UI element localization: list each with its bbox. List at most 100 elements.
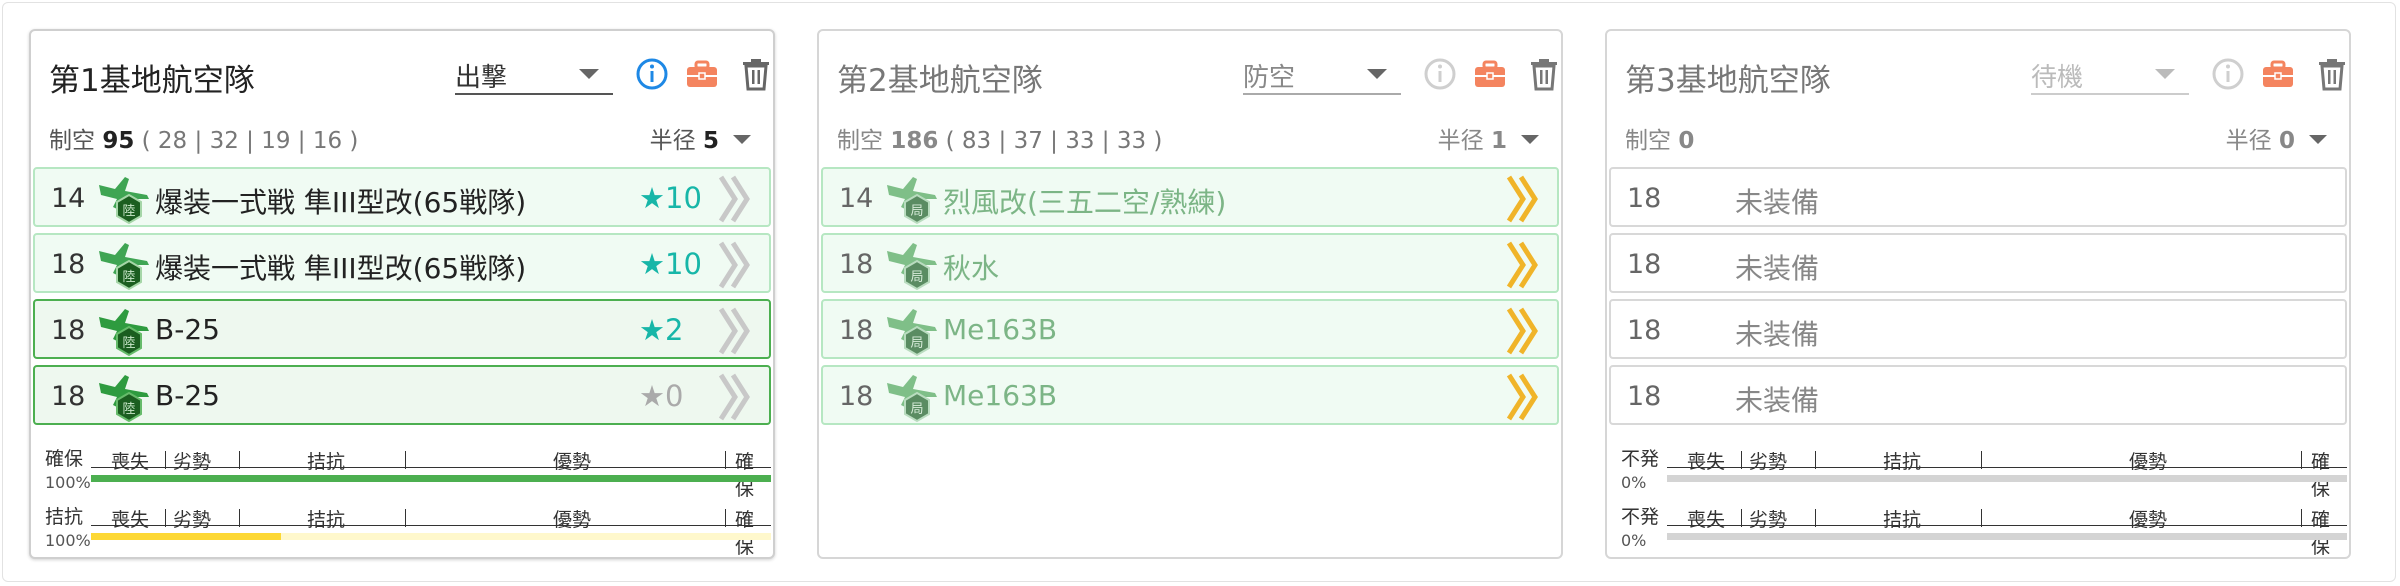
radius-label: 半径 [1437,128,1484,154]
gauge-fill [91,475,771,482]
equipment-slot[interactable]: 18 未装備 [1609,299,2347,359]
mode-select[interactable]: 待機 [2031,51,2189,95]
slot-count: 18 [839,249,874,280]
air-power-detail: ( 28 | 32 | 19 | 16 ) [141,128,359,154]
gauge-segment-label: 確保 [735,509,755,558]
improvement-level: ★10 [639,247,702,281]
air-power-value: 186 [890,128,939,154]
proficiency-chevron-icon [1506,307,1538,355]
gauge-percent: 100% [45,531,91,550]
equipment-slot[interactable]: 18 陸 爆装一式戦 隼III型改(65戦隊) ★10 [33,233,771,293]
slot-name: 烈風改(三五二空/熟練) [943,186,1227,219]
equipment-slot[interactable]: 18 局 Me163B [821,365,1559,425]
info-icon[interactable] [2211,57,2245,91]
slot-name: 未装備 [1735,384,1820,417]
proficiency-chevron-icon [718,175,750,223]
air-power: 制空 186 ( 83 | 37 | 33 | 33 ) [837,121,1162,155]
gauge-segment-label: 拮抗 [1883,451,1922,473]
trash-icon[interactable] [1527,57,1561,91]
radius-value: 5 [702,128,719,154]
radius-value: 0 [2278,128,2295,154]
air-base-card-1: 第1基地航空隊 出撃 制空 95 ( 28 | 32 | 19 | 16 ) 半… [29,29,775,559]
info-icon[interactable] [635,57,669,91]
slot-count: 18 [51,381,86,412]
equipment-slot[interactable]: 14 陸 爆装一式戦 隼III型改(65戦隊) ★10 [33,167,771,227]
card-title: 第3基地航空隊 [1625,63,1831,99]
equipment-slot[interactable]: 18 陸 B-25 ★0 [33,365,771,425]
equipment-slot[interactable]: 18 未装備 [1609,233,2347,293]
gauge-segment-label: 喪失 [1687,509,1726,531]
equipment-slot[interactable]: 18 局 Me163B [821,299,1559,359]
info-icon[interactable] [1423,57,1457,91]
air-power-label: 制空 [1625,128,1671,154]
gauge-baseline [1667,467,2347,468]
improvement-level: ★0 [639,379,684,413]
toolbox-icon[interactable] [1473,57,1507,91]
land-based-plane-icon: 陸 [99,243,149,291]
gauge-segment-label: 喪失 [111,509,150,531]
air-power-value: 95 [102,128,135,154]
gauge-baseline [91,467,771,468]
gauge-label: 拮抗 [45,506,84,528]
radius[interactable]: 半径 1 [1438,121,1507,155]
gauge-segment-label: 劣勢 [1749,451,1788,473]
air-state-gauge: 不発 0% 喪失 劣勢 拮抗 優勢 確保 [1621,447,2347,500]
chevron-down-icon[interactable] [733,135,751,144]
slot-count: 18 [51,315,86,346]
slot-name: B-25 [155,379,220,412]
proficiency-chevron-icon [1506,373,1538,421]
card-title: 第1基地航空隊 [49,63,255,99]
slot-count: 18 [839,315,874,346]
proficiency-chevron-icon [718,307,750,355]
mode-select[interactable]: 防空 [1243,51,1401,95]
trash-icon[interactable] [2315,57,2349,91]
radius[interactable]: 半径 5 [650,121,719,155]
toolbox-icon[interactable] [685,57,719,91]
gauge-percent: 0% [1621,531,1647,550]
gauge-baseline [1667,525,2347,526]
svg-text:陸: 陸 [122,335,135,351]
slot-count: 14 [839,183,874,214]
gauge-segment-label: 劣勢 [173,509,212,531]
chevron-down-icon[interactable] [2309,135,2327,144]
mode-value: 待機 [2031,63,2084,93]
trash-icon[interactable] [739,57,773,91]
gauge-segment-label: 喪失 [111,451,150,473]
gauge-segment-label: 確保 [2311,509,2331,558]
improvement-level: ★10 [639,181,702,215]
gauge-segment-label: 確保 [2311,451,2331,500]
toolbox-icon[interactable] [2261,57,2295,91]
card-title: 第2基地航空隊 [837,63,1043,99]
gauge-segment-label: 拮抗 [307,509,346,531]
slot-count: 18 [1627,249,1662,280]
svg-text:局: 局 [910,204,923,219]
proficiency-chevron-icon [1506,175,1538,223]
slot-count: 18 [51,249,86,280]
gauge-fill [91,533,282,540]
air-base-card-3: 第3基地航空隊 待機 制空 0 半径 0 18 未装備 18 未装備 18 未装… [1605,29,2351,559]
equipment-slot[interactable]: 18 陸 B-25 ★2 [33,299,771,359]
gauge-label: 不発 [1621,506,1660,528]
slot-count: 18 [1627,183,1662,214]
air-power-value: 0 [1678,128,1695,154]
mode-value: 出撃 [455,63,508,93]
mode-select[interactable]: 出撃 [455,51,613,95]
equipment-slot[interactable]: 18 未装備 [1609,365,2347,425]
mode-value: 防空 [1243,63,1296,93]
chevron-down-icon[interactable] [1521,135,1539,144]
slot-name: 未装備 [1735,186,1820,219]
chevron-down-icon [579,69,599,79]
svg-text:陸: 陸 [122,269,135,285]
slot-name: 未装備 [1735,252,1820,285]
equipment-slot[interactable]: 18 未装備 [1609,167,2347,227]
svg-text:局: 局 [910,270,923,285]
gauge-baseline [91,525,771,526]
gauge-segment-label: 拮抗 [307,451,346,473]
slot-count: 18 [1627,315,1662,346]
equipment-slot[interactable]: 18 局 秋水 [821,233,1559,293]
radius[interactable]: 半径 0 [2226,121,2295,155]
gauge-track [91,533,771,540]
land-based-plane-icon: 局 [887,243,937,291]
equipment-slot[interactable]: 14 局 烈風改(三五二空/熟練) [821,167,1559,227]
slot-name: Me163B [943,379,1058,412]
